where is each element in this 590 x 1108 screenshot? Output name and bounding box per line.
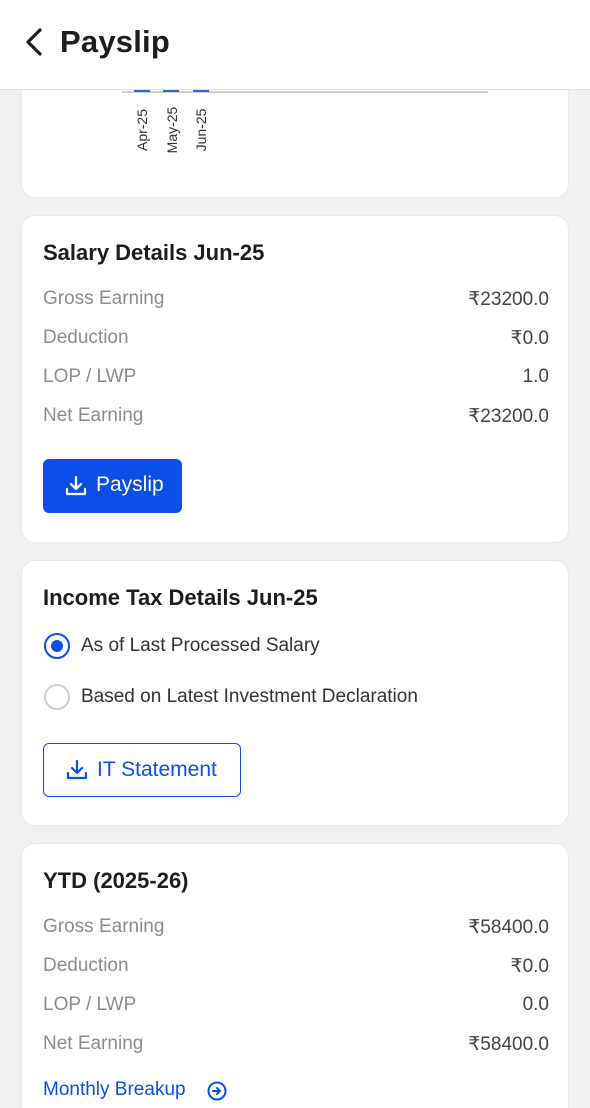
deduction-row: Deduction ₹0.0 (43, 325, 549, 353)
row-value: ₹23200.0 (468, 289, 549, 310)
button-label: IT Statement (97, 758, 217, 781)
row-value: 1.0 (522, 366, 549, 387)
ytd-deduction-row: Deduction ₹0.0 (43, 953, 549, 981)
ytd-title: YTD (2025-26) (43, 868, 189, 893)
row-label: Deduction (43, 327, 129, 348)
link-label: Monthly Breakup (43, 1079, 186, 1100)
radio-last-processed-salary[interactable]: As of Last Processed Salary (43, 632, 549, 662)
salary-details-card: Salary Details Jun-25 Gross Earning ₹232… (21, 215, 569, 543)
row-label: Net Earning (43, 1033, 144, 1054)
row-label: Gross Earning (43, 916, 165, 937)
row-value: ₹58400.0 (468, 917, 549, 938)
radio-label: As of Last Processed Salary (81, 635, 320, 656)
row-value: ₹0.0 (510, 328, 549, 349)
button-label: Payslip (96, 473, 164, 496)
row-value: 0.0 (522, 994, 549, 1015)
chevron-left-icon[interactable] (22, 26, 50, 58)
row-label: Net Earning (43, 405, 144, 426)
row-label: LOP / LWP (43, 994, 137, 1015)
chart-tick-label: Jun-25 (193, 108, 209, 152)
arrow-circle-right-icon (207, 1081, 227, 1101)
row-value: ₹23200.0 (468, 406, 549, 427)
radio-unselected-icon[interactable] (44, 684, 70, 710)
row-label: Gross Earning (43, 288, 165, 309)
row-value: ₹58400.0 (468, 1034, 549, 1055)
page-title: Payslip (60, 24, 170, 59)
row-label: Deduction (43, 955, 129, 976)
income-tax-card: Income Tax Details Jun-25 As of Last Pro… (21, 560, 569, 826)
radio-latest-investment-declaration[interactable]: Based on Latest Investment Declaration (43, 683, 549, 713)
salary-details-title: Salary Details Jun-25 (43, 240, 265, 265)
app-header: Payslip (0, 0, 590, 90)
download-icon (66, 759, 88, 780)
ytd-net-earning-row: Net Earning ₹58400.0 (43, 1031, 549, 1059)
ytd-gross-earning-row: Gross Earning ₹58400.0 (43, 914, 549, 942)
chart-tick-label: May-25 (164, 106, 180, 154)
income-tax-title: Income Tax Details Jun-25 (43, 585, 318, 610)
ytd-card: YTD (2025-26) Gross Earning ₹58400.0 Ded… (21, 843, 569, 1108)
ytd-lop-lwp-row: LOP / LWP 0.0 (43, 992, 549, 1020)
it-statement-button[interactable]: IT Statement (43, 743, 241, 797)
radio-selected-icon[interactable] (44, 633, 70, 659)
chart-tick-label: Apr-25 (134, 108, 150, 152)
lop-lwp-row: LOP / LWP 1.0 (43, 364, 549, 392)
radio-label: Based on Latest Investment Declaration (81, 686, 418, 707)
gross-earning-row: Gross Earning ₹23200.0 (43, 286, 549, 314)
row-label: LOP / LWP (43, 366, 137, 387)
net-earning-row: Net Earning ₹23200.0 (43, 403, 549, 431)
row-value: ₹0.0 (510, 956, 549, 977)
download-payslip-button[interactable]: Payslip (43, 459, 182, 513)
download-icon (65, 475, 87, 496)
